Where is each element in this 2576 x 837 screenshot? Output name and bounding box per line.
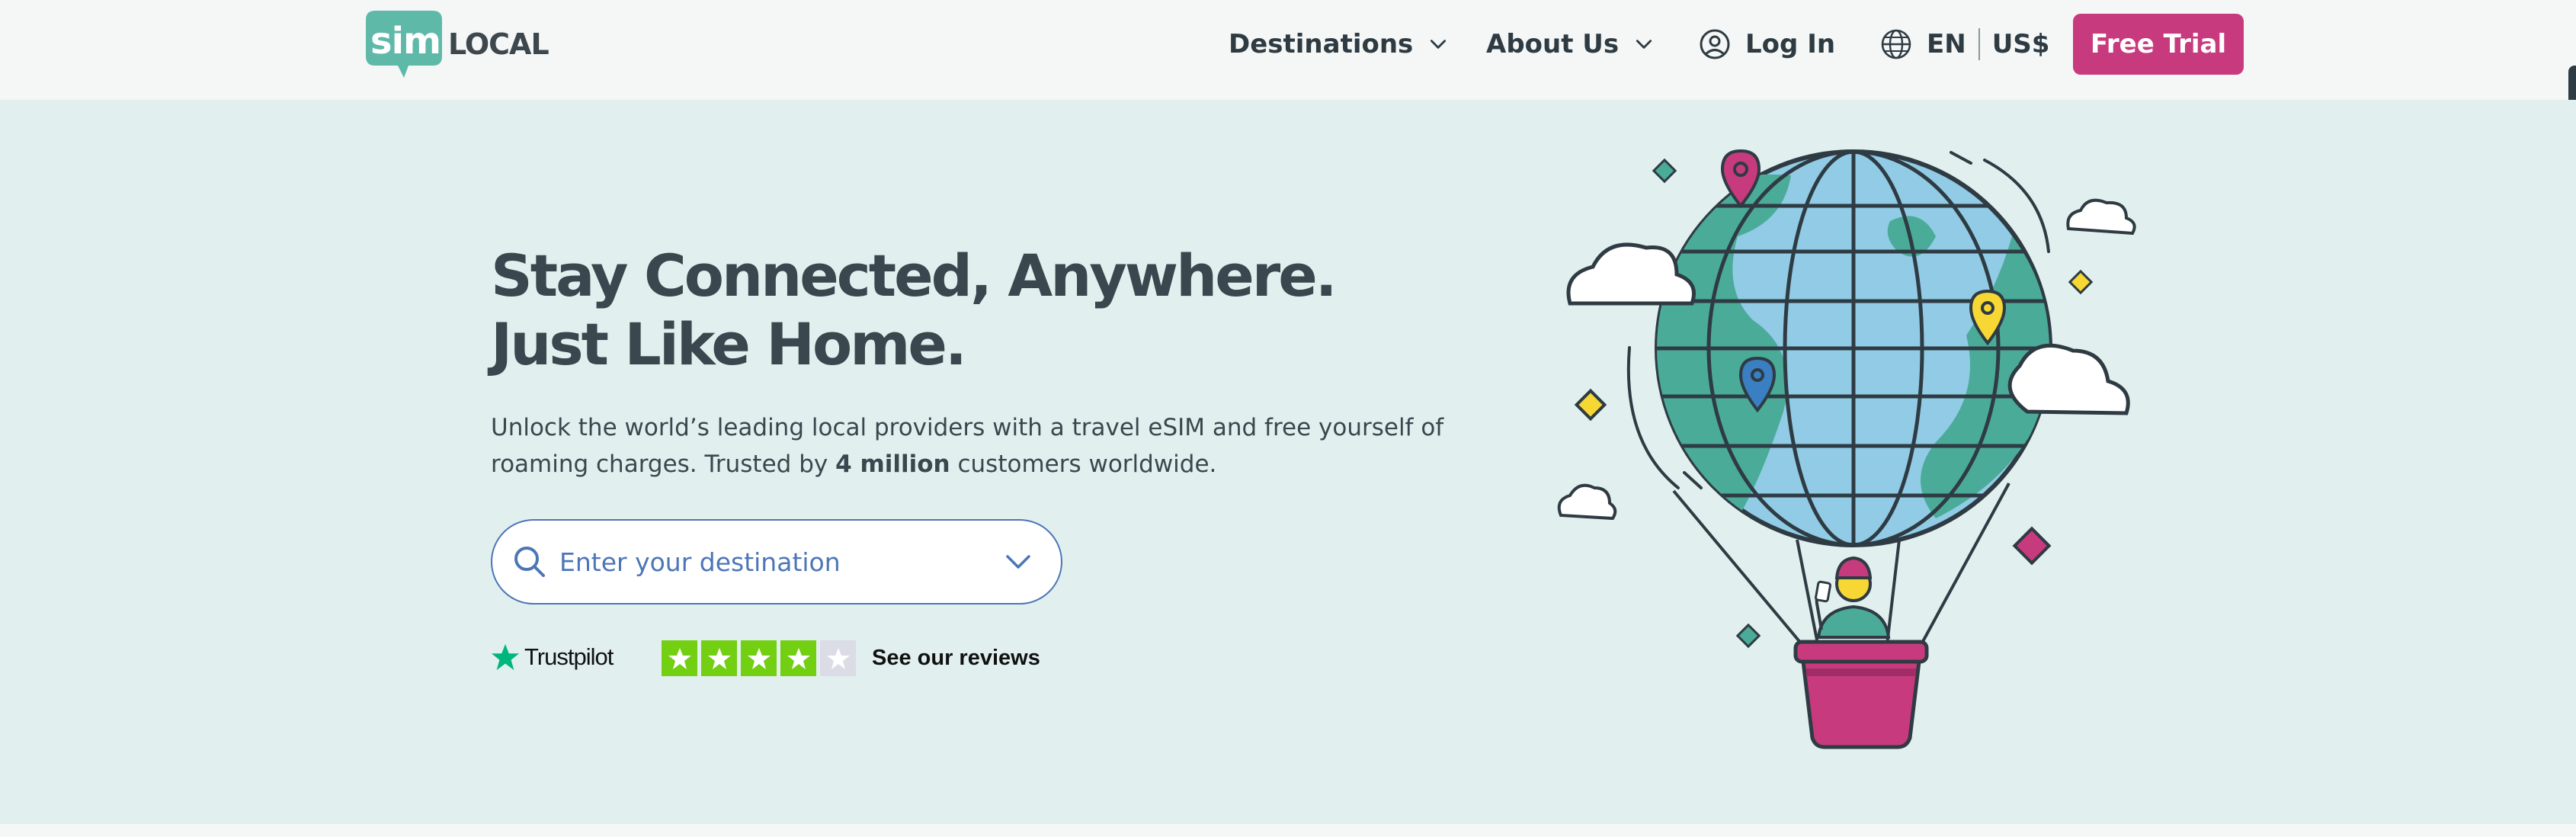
page-footer-strip [0,824,2576,837]
nav-login-label: Log In [1745,29,1836,59]
search-icon [512,544,547,579]
rating-star [820,640,856,676]
chevron-down-icon [1634,34,1654,54]
destination-search-input[interactable] [559,547,1003,577]
chevron-down-icon[interactable] [1003,547,1033,577]
nav-about-us[interactable]: About Us [1486,23,1654,66]
hero-subtitle-highlight: 4 million [835,451,950,478]
nav-destinations[interactable]: Destinations [1229,23,1448,66]
chevron-down-icon [1428,34,1448,54]
globe-icon [1879,27,1913,61]
nav-about-label: About Us [1486,29,1620,59]
hero-subtitle-end: customers worldwide. [950,451,1217,478]
nav-language-currency[interactable]: EN US$ [1879,23,2049,66]
trustpilot-logo[interactable]: Trustpilot [491,638,614,676]
nav-destinations-label: Destinations [1229,29,1414,59]
free-trial-button[interactable]: Free Trial [2073,14,2244,75]
site-header: sim LOCAL Destinations About Us Log In E… [0,0,2576,100]
language-label: EN [1927,29,1966,59]
nav-login[interactable]: Log In [1698,23,1835,66]
rating-star [780,640,816,676]
balloon-globe-illustration [1557,149,2136,749]
rating-star [701,640,737,676]
logo-local-text: LOCAL [448,27,549,61]
logo-sim-text: sim [370,20,441,63]
trustpilot-brand: Trustpilot [524,643,614,670]
hero-section: Stay Connected, Anywhere. Just Like Home… [0,100,2576,824]
rating-star [662,640,697,676]
destination-search[interactable] [491,519,1062,604]
hero-subtitle: Unlock the world’s leading local provide… [491,409,1482,483]
currency-label: US$ [1991,29,2050,59]
divider [1978,28,1980,60]
rating-star [741,640,777,676]
simlocal-logo[interactable]: sim LOCAL [364,9,549,82]
see-reviews-link[interactable]: See our reviews [872,640,1040,676]
trustpilot-rating [662,640,856,676]
user-circle-icon [1698,27,1732,61]
hero-title: Stay Connected, Anywhere. Just Like Home… [491,242,1338,378]
star-icon [491,643,520,672]
